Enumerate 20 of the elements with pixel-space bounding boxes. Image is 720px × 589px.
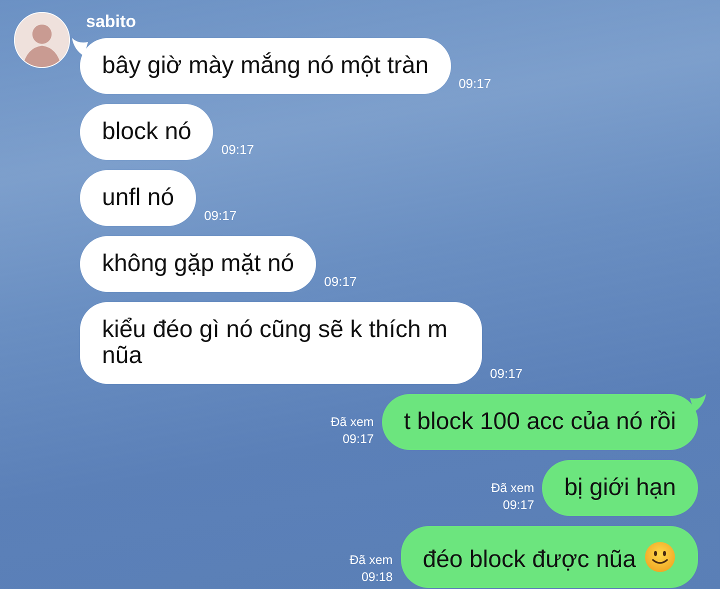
message-time: 09:17: [490, 366, 523, 382]
received-message: kiểu đéo gì nó cũng sẽ k thích m nũa: [80, 302, 482, 384]
received-message: unfl nó: [80, 170, 196, 226]
bubble-tail: [690, 394, 706, 412]
read-receipt: Đã xem: [350, 552, 393, 569]
message-time: 09:17: [342, 431, 374, 448]
bubble-tail: [72, 38, 88, 56]
message-time: 09:17: [324, 274, 357, 290]
read-receipt: Đã xem: [491, 480, 534, 497]
message-time: 09:17: [204, 208, 237, 224]
message-time: 09:18: [361, 569, 393, 586]
message-time: 09:17: [458, 76, 492, 92]
received-message: không gặp mặt nó: [80, 236, 316, 292]
message-time: 09:17: [502, 497, 534, 514]
sender-name: sabito: [85, 12, 138, 33]
message-time: 09:17: [221, 142, 254, 158]
received-message: block nó: [80, 104, 214, 160]
read-receipt: Đã xem: [330, 414, 374, 431]
sent-message: bị giới hạn: [542, 460, 698, 516]
sent-message: đéo block được nũa: [400, 526, 698, 588]
